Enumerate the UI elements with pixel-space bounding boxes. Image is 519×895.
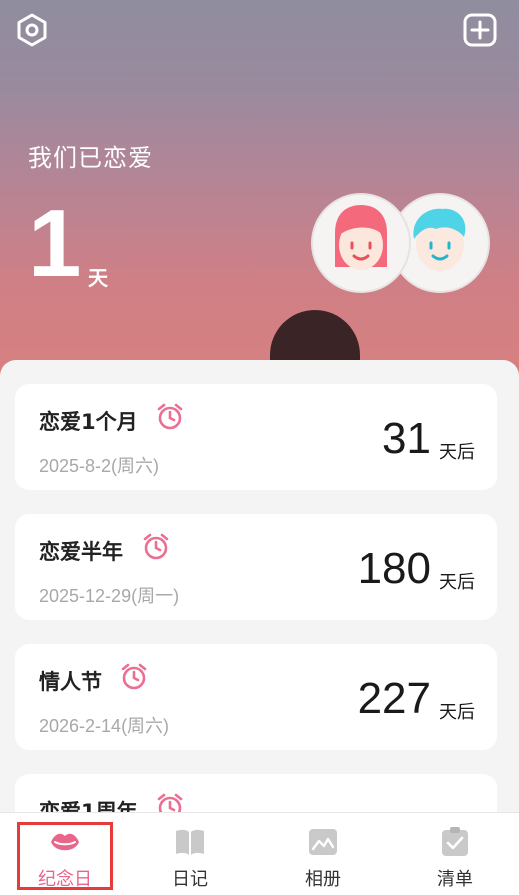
bottom-tab-bar: 纪念日 日记 相册 清单 <box>0 812 519 895</box>
book-icon <box>176 829 204 855</box>
anniversary-list: 恋爱1个月 2025-8-2(周六) 31 天后 恋爱半年 2025-12-29… <box>0 360 519 820</box>
hero-title: 我们已恋爱 <box>28 144 153 172</box>
hexagon-settings-icon <box>17 13 47 47</box>
days-remaining: 31 <box>382 414 431 463</box>
tab-label: 相册 <box>305 869 341 890</box>
hero-banner: 我们已恋爱 1 天 <box>0 0 519 400</box>
tab-label: 清单 <box>437 869 473 890</box>
alarm-clock-icon <box>157 403 183 430</box>
anniversary-date: 2026-2-14(周六) <box>39 716 170 736</box>
days-suffix: 天后 <box>439 702 475 723</box>
alarm-clock-icon <box>143 533 169 560</box>
tab-label: 纪念日 <box>38 869 92 890</box>
tab-album[interactable]: 相册 <box>258 813 388 895</box>
days-remaining: 227 <box>357 674 431 723</box>
anniversary-name: 恋爱1个月 <box>39 410 138 434</box>
anniversary-card[interactable]: 恋爱半年 2025-12-29(周一) 180 天后 <box>15 514 497 620</box>
girl-avatar-icon <box>335 205 387 270</box>
days-together-count: 1 <box>28 190 82 297</box>
photo-album-icon <box>309 829 337 855</box>
anniversary-name: 恋爱半年 <box>39 540 123 564</box>
lips-icon <box>51 833 79 851</box>
add-anniversary-button[interactable] <box>462 12 498 48</box>
tab-diary[interactable]: 日记 <box>125 813 255 895</box>
days-suffix: 天后 <box>439 572 475 593</box>
days-unit: 天 <box>88 266 108 290</box>
alarm-clock-icon <box>121 663 147 690</box>
settings-button[interactable] <box>14 12 50 48</box>
anniversary-date: 2025-12-29(周一) <box>39 586 180 606</box>
tab-anniversary[interactable]: 纪念日 <box>0 813 130 895</box>
anniversary-card[interactable]: 恋爱1个月 2025-8-2(周六) 31 天后 <box>15 384 497 490</box>
anniversary-card[interactable]: 情人节 2026-2-14(周六) 227 天后 <box>15 644 497 750</box>
anniversary-date: 2025-8-2(周六) <box>39 456 160 476</box>
tab-checklist[interactable]: 清单 <box>390 813 519 895</box>
days-remaining: 180 <box>357 544 431 593</box>
days-suffix: 天后 <box>439 442 475 463</box>
checklist-icon <box>442 827 468 856</box>
tab-label: 日记 <box>172 869 208 890</box>
plus-square-icon <box>463 13 497 47</box>
girl-avatar[interactable] <box>311 193 411 293</box>
anniversary-name: 情人节 <box>39 670 102 694</box>
